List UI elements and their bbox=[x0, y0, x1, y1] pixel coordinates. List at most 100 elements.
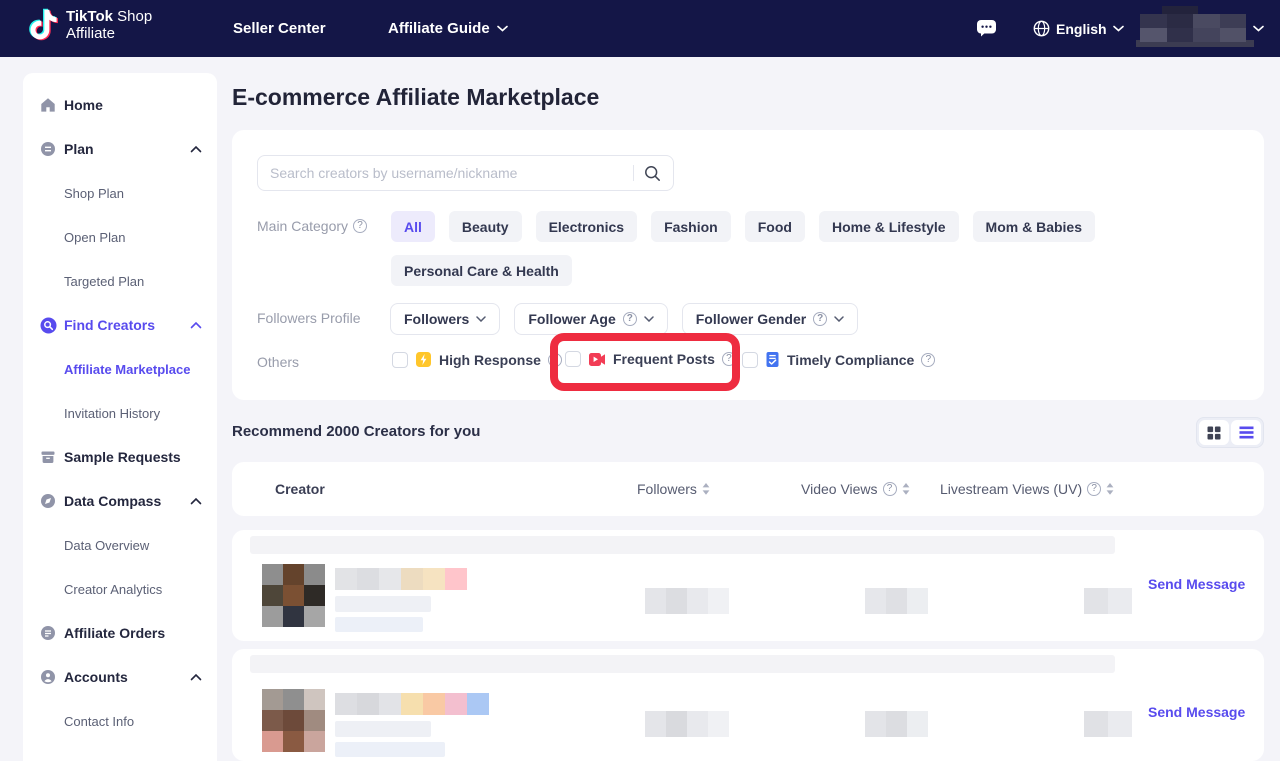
chevron-down-icon bbox=[644, 316, 654, 322]
timely-compliance-checkbox[interactable] bbox=[742, 352, 758, 368]
search-icon[interactable] bbox=[644, 165, 661, 182]
nav-seller-center-label: Seller Center bbox=[233, 20, 326, 37]
find-creators-icon bbox=[40, 317, 57, 334]
nav-affiliate-guide[interactable]: Affiliate Guide bbox=[388, 0, 508, 57]
livestream-views-value-blurred bbox=[1084, 711, 1132, 737]
sidebar-item-open-plan[interactable]: Open Plan bbox=[23, 215, 217, 259]
blurred-tags-band bbox=[250, 536, 1115, 554]
video-views-value-blurred bbox=[865, 588, 928, 614]
help-icon[interactable]: ? bbox=[722, 352, 736, 366]
column-livestream-views[interactable]: Livestream Views (UV) ? bbox=[940, 462, 1114, 516]
chevron-down-icon bbox=[497, 25, 508, 32]
help-icon[interactable]: ? bbox=[1087, 482, 1101, 496]
help-icon[interactable]: ? bbox=[548, 353, 562, 367]
creator-avatar-blurred[interactable] bbox=[262, 689, 325, 752]
account-menu[interactable] bbox=[1136, 0, 1264, 57]
sidebar-item-home[interactable]: Home bbox=[23, 83, 217, 127]
sidebar-item-shop-plan[interactable]: Shop Plan bbox=[23, 171, 217, 215]
followers-value-blurred bbox=[645, 588, 729, 614]
sidebar-item-accounts[interactable]: Accounts bbox=[23, 655, 217, 699]
category-pill-food[interactable]: Food bbox=[745, 211, 805, 242]
sort-icon[interactable] bbox=[702, 483, 710, 495]
sidebar-item-creator-analytics[interactable]: Creator Analytics bbox=[23, 567, 217, 611]
chevron-up-icon bbox=[190, 673, 202, 681]
nav-seller-center[interactable]: Seller Center bbox=[233, 0, 326, 57]
sidebar-item-data-overview[interactable]: Data Overview bbox=[23, 523, 217, 567]
document-check-icon bbox=[765, 351, 780, 368]
tiktok-shop-affiliate-logo[interactable]: TikTok Shop Affiliate bbox=[28, 8, 152, 42]
creator-avatar-blurred[interactable] bbox=[262, 564, 325, 627]
category-pill-home-lifestyle[interactable]: Home & Lifestyle bbox=[819, 211, 959, 242]
main-category-label: Main Category ? bbox=[257, 218, 367, 234]
chat-icon[interactable] bbox=[976, 19, 997, 43]
grid-icon bbox=[1207, 426, 1221, 440]
video-views-value-blurred bbox=[865, 711, 928, 737]
account-name-blurred bbox=[1140, 14, 1246, 42]
frequent-posts-checkbox[interactable] bbox=[565, 351, 581, 367]
sidebar-item-data-compass[interactable]: Data Compass bbox=[23, 479, 217, 523]
sidebar-item-affiliate-orders[interactable]: Affiliate Orders bbox=[23, 611, 217, 655]
list-view-button[interactable] bbox=[1231, 420, 1261, 445]
chevron-up-icon bbox=[190, 497, 202, 505]
follower-age-dropdown[interactable]: Follower Age ? bbox=[514, 303, 667, 335]
chevron-down-icon bbox=[834, 316, 844, 322]
category-pill-all[interactable]: All bbox=[391, 211, 435, 242]
followers-dropdown[interactable]: Followers bbox=[390, 303, 500, 335]
chevron-up-icon bbox=[190, 145, 202, 153]
timely-compliance-filter[interactable]: Timely Compliance ? bbox=[742, 351, 935, 368]
sort-icon[interactable] bbox=[1106, 483, 1114, 495]
category-pill-fashion[interactable]: Fashion bbox=[651, 211, 731, 242]
language-label: English bbox=[1056, 21, 1107, 37]
chevron-down-icon bbox=[1113, 25, 1124, 32]
sidebar-item-plan[interactable]: Plan bbox=[23, 127, 217, 171]
help-icon[interactable]: ? bbox=[813, 312, 827, 326]
chevron-up-icon bbox=[190, 321, 202, 329]
sidebar-item-find-creators[interactable]: Find Creators bbox=[23, 303, 217, 347]
high-response-checkbox[interactable] bbox=[392, 352, 408, 368]
sidebar-item-affiliate-marketplace[interactable]: Affiliate Marketplace bbox=[23, 347, 217, 391]
frequent-posts-filter[interactable]: Frequent Posts ? bbox=[565, 351, 736, 367]
column-followers[interactable]: Followers bbox=[637, 462, 710, 516]
nav-affiliate-guide-label: Affiliate Guide bbox=[388, 20, 490, 37]
globe-icon bbox=[1033, 20, 1050, 37]
creator-row: Send Message bbox=[232, 649, 1264, 761]
top-navbar: TikTok Shop Affiliate Seller Center Affi… bbox=[0, 0, 1280, 57]
sidebar-item-contact-info[interactable]: Contact Info bbox=[23, 699, 217, 743]
creator-name-blurred[interactable] bbox=[335, 693, 489, 715]
category-pills-row1: All Beauty Electronics Fashion Food Home… bbox=[391, 211, 1095, 242]
language-selector[interactable]: English bbox=[1033, 0, 1124, 57]
sidebar-item-sample-requests[interactable]: Sample Requests bbox=[23, 435, 217, 479]
grid-view-button[interactable] bbox=[1199, 420, 1229, 445]
livestream-views-value-blurred bbox=[1084, 588, 1132, 614]
help-icon[interactable]: ? bbox=[883, 482, 897, 496]
accounts-icon bbox=[40, 669, 57, 686]
category-pill-mom-babies[interactable]: Mom & Babies bbox=[973, 211, 1095, 242]
logo-text: TikTok Shop Affiliate bbox=[66, 8, 152, 42]
help-icon[interactable]: ? bbox=[921, 353, 935, 367]
sidebar-item-invitation-history[interactable]: Invitation History bbox=[23, 391, 217, 435]
help-icon[interactable]: ? bbox=[623, 312, 637, 326]
sidebar: Home Plan Shop Plan Open Plan Targeted P… bbox=[23, 73, 217, 761]
creator-name-blurred[interactable] bbox=[335, 568, 467, 590]
creator-row: Send Message bbox=[232, 530, 1264, 641]
lightning-icon bbox=[415, 351, 432, 368]
blurred-tags-band bbox=[250, 655, 1115, 673]
others-label: Others bbox=[257, 354, 299, 370]
send-message-button[interactable]: Send Message bbox=[1148, 704, 1245, 720]
help-icon[interactable]: ? bbox=[353, 219, 367, 233]
send-message-button[interactable]: Send Message bbox=[1148, 576, 1245, 592]
category-pill-beauty[interactable]: Beauty bbox=[449, 211, 522, 242]
category-pill-personal-care-health[interactable]: Personal Care & Health bbox=[391, 255, 572, 286]
high-response-filter[interactable]: High Response ? bbox=[392, 351, 562, 368]
search-input[interactable] bbox=[270, 165, 627, 181]
column-creator: Creator bbox=[275, 462, 325, 516]
data-compass-icon bbox=[40, 493, 57, 510]
sidebar-item-targeted-plan[interactable]: Targeted Plan bbox=[23, 259, 217, 303]
filter-panel: Main Category ? All Beauty Electronics F… bbox=[232, 130, 1264, 400]
sort-icon[interactable] bbox=[902, 483, 910, 495]
follower-gender-dropdown[interactable]: Follower Gender ? bbox=[682, 303, 858, 335]
column-video-views[interactable]: Video Views ? bbox=[801, 462, 910, 516]
creator-subtext-blurred bbox=[335, 742, 445, 757]
category-pill-electronics[interactable]: Electronics bbox=[536, 211, 637, 242]
sample-requests-icon bbox=[40, 449, 57, 466]
